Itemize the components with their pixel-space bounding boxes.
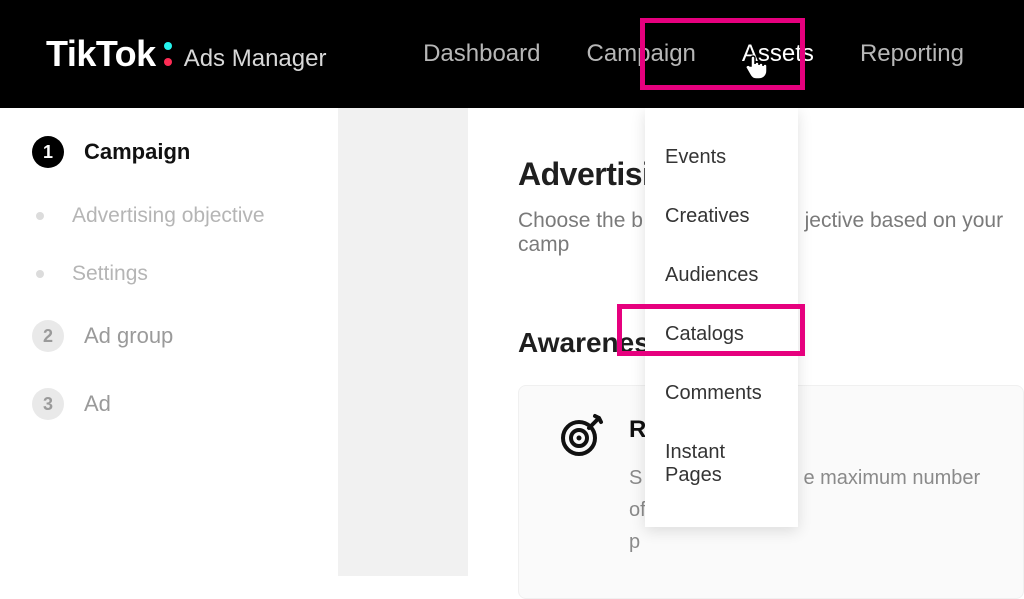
bullet-icon: [36, 212, 44, 220]
assets-dropdown: Events Creatives Audiences Catalogs Comm…: [645, 108, 798, 527]
step-label: Ad: [84, 391, 111, 417]
step-number: 3: [32, 388, 64, 420]
nav-reporting[interactable]: Reporting: [860, 0, 964, 108]
step-ad[interactable]: 3 Ad: [32, 388, 310, 420]
left-sidebar: 1 Campaign Advertising objective Setting…: [0, 108, 338, 576]
bullet-icon: [36, 270, 44, 278]
step-label: Campaign: [84, 139, 190, 165]
nav-assets[interactable]: Assets: [742, 0, 814, 108]
substep-advertising-objective[interactable]: Advertising objective: [36, 204, 310, 228]
dropdown-instant-pages[interactable]: Instant Pages: [645, 423, 798, 505]
step-label: Ad group: [84, 323, 173, 349]
primary-nav: Dashboard Campaign Assets Reporting: [423, 0, 1024, 108]
nav-campaign[interactable]: Campaign: [587, 0, 696, 108]
dropdown-audiences[interactable]: Audiences: [645, 246, 798, 305]
brand-name: TikTok: [46, 33, 156, 75]
dropdown-events[interactable]: Events: [645, 128, 798, 187]
sidebar-gutter: [338, 108, 468, 576]
substep-label: Advertising objective: [72, 204, 265, 228]
nav-dashboard[interactable]: Dashboard: [423, 0, 540, 108]
brand-logo: TikTok Ads Manager: [46, 33, 326, 75]
step-ad-group[interactable]: 2 Ad group: [32, 320, 310, 352]
substep-settings[interactable]: Settings: [36, 262, 310, 286]
top-navigation: TikTok Ads Manager Dashboard Campaign As…: [0, 0, 1024, 108]
substep-label: Settings: [72, 262, 148, 286]
dropdown-creatives[interactable]: Creatives: [645, 187, 798, 246]
step-number: 2: [32, 320, 64, 352]
step-number: 1: [32, 136, 64, 168]
brand-suffix: Ads Manager: [184, 45, 327, 73]
step-campaign[interactable]: 1 Campaign: [32, 136, 310, 168]
dropdown-comments[interactable]: Comments: [645, 364, 798, 423]
brand-colon-icon: [164, 38, 174, 68]
target-icon: [559, 412, 605, 458]
dropdown-catalogs[interactable]: Catalogs: [645, 305, 798, 364]
